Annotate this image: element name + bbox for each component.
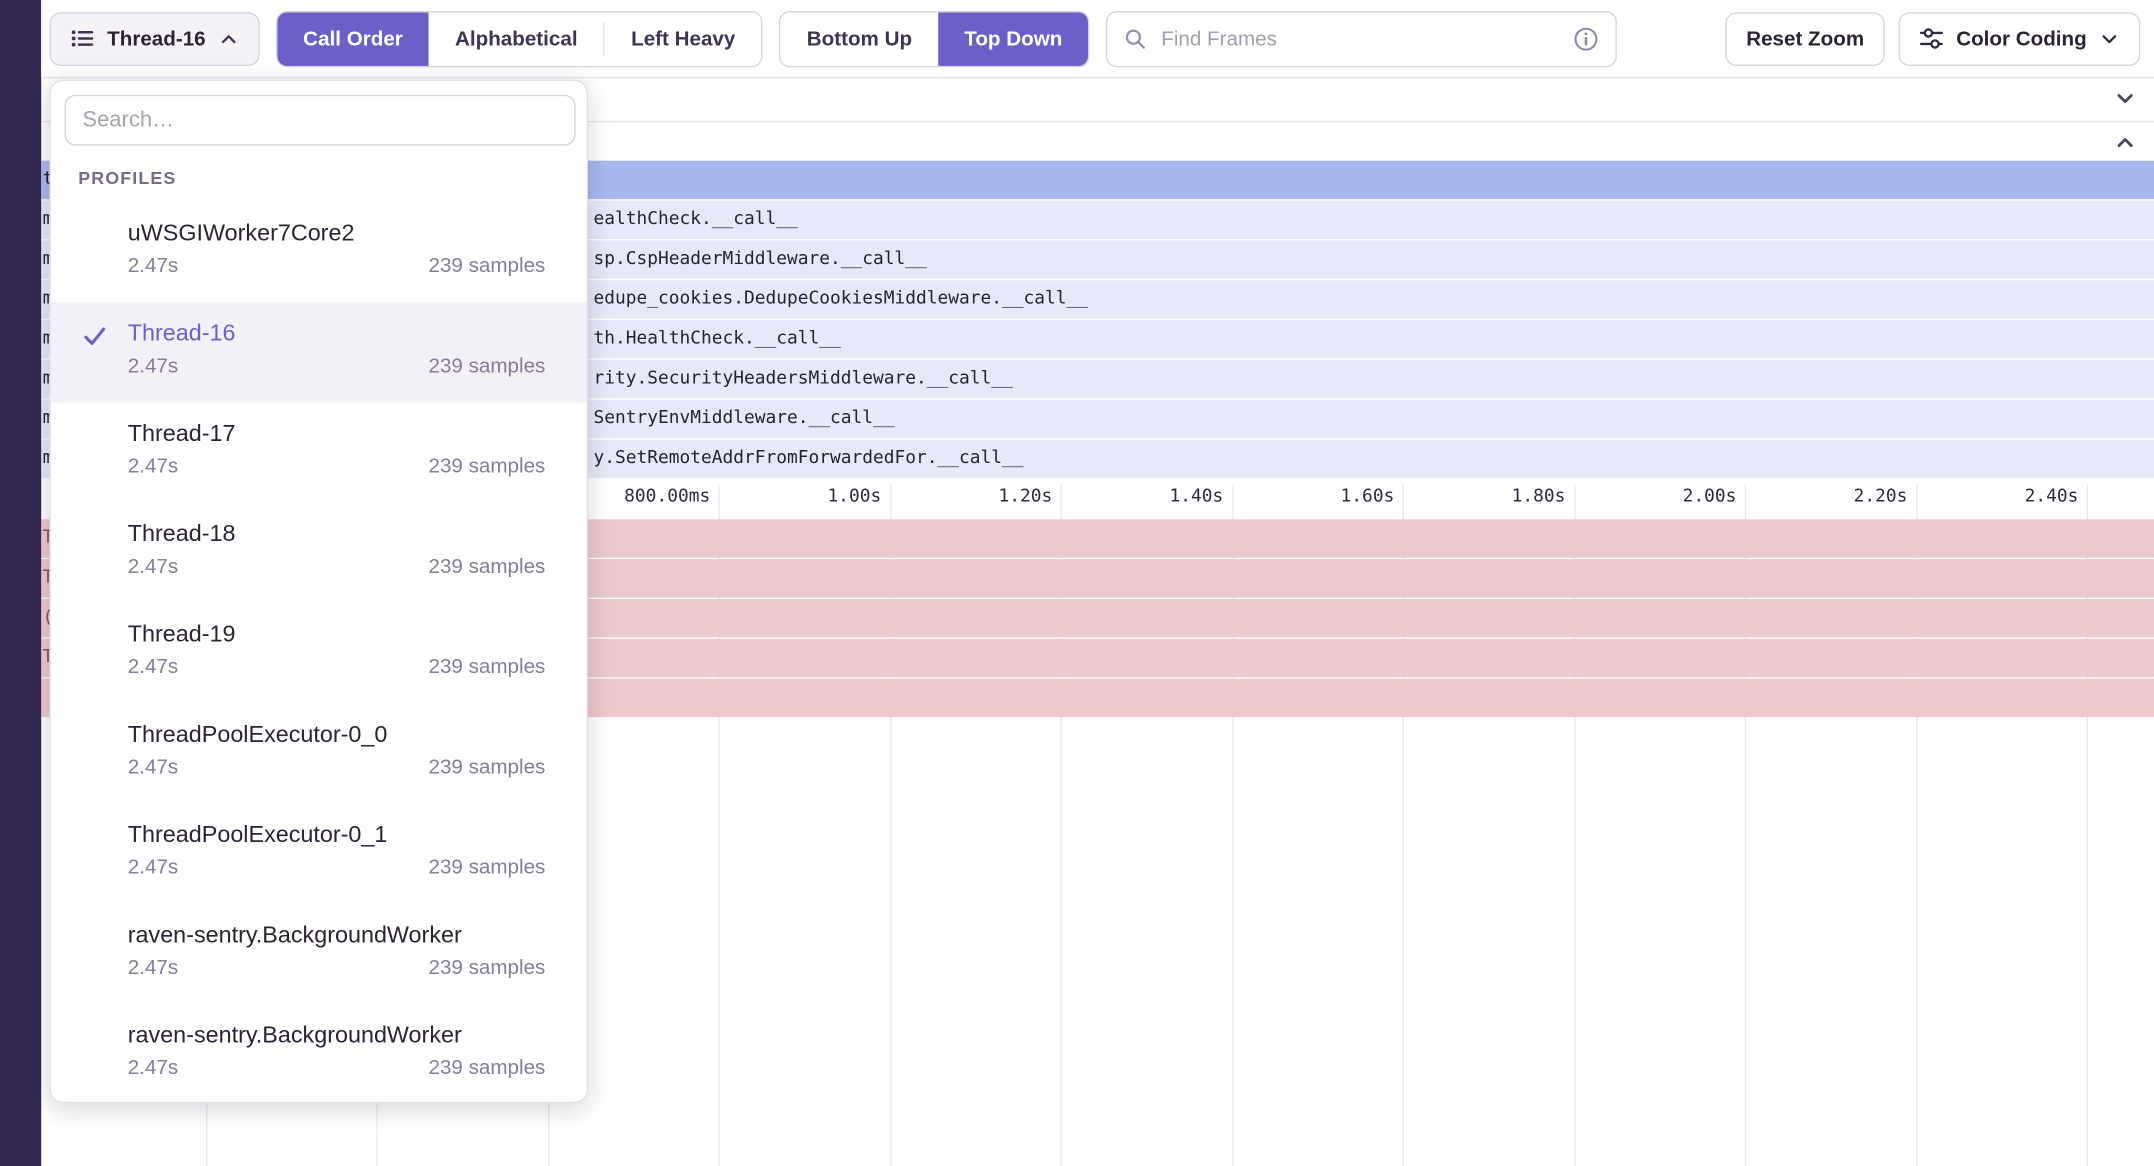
profile-item-raven-sentry-backgroundworker-1[interactable]: raven-sentry.BackgroundWorker 2.47s 239 … — [51, 904, 587, 1004]
profile-name: uWSGIWorker7Core2 — [128, 218, 546, 248]
axis-tick-label: 1.80s — [1414, 486, 1565, 507]
profile-duration: 2.47s — [128, 455, 178, 478]
sort-order-group: Call Order Alphabetical Left Heavy — [276, 10, 763, 66]
axis-tick-label: 2.40s — [1927, 486, 2078, 507]
axis-tick-label: 2.00s — [1585, 486, 1736, 507]
profile-item-raven-sentry-backgroundworker-2[interactable]: raven-sentry.BackgroundWorker 2.47s 239 … — [51, 1004, 587, 1103]
reset-zoom-button[interactable]: Reset Zoom — [1726, 12, 1885, 66]
profile-item-thread-17[interactable]: Thread-17 2.47s 239 samples — [51, 402, 587, 502]
direction-group: Bottom Up Top Down — [779, 10, 1090, 66]
sort-alphabetical-button[interactable]: Alphabetical — [429, 12, 604, 66]
thread-dropdown: PROFILES uWSGIWorker7Core2 2.47s 239 sam… — [49, 80, 587, 1103]
dropdown-search-input[interactable] — [65, 95, 576, 146]
profile-item-threadpoolexecutor-0-0[interactable]: ThreadPoolExecutor-0_0 2.47s 239 samples — [51, 703, 587, 803]
toolbar: Thread-16 Call Order Alphabetical Left H… — [41, 0, 2154, 78]
profile-name: ThreadPoolExecutor-0_1 — [128, 820, 546, 850]
profile-samples: 239 samples — [429, 655, 546, 678]
profile-name: raven-sentry.BackgroundWorker — [128, 1021, 546, 1051]
expand-flamegraph-chevron-up-icon[interactable] — [2113, 131, 2138, 156]
axis-tick-label: 1.20s — [901, 486, 1052, 507]
profiler-app: Thread-16 Call Order Alphabetical Left H… — [0, 0, 2154, 1166]
profile-duration: 2.47s — [128, 655, 178, 678]
sort-call-order-button[interactable]: Call Order — [277, 12, 429, 66]
reset-zoom-label: Reset Zoom — [1746, 27, 1864, 50]
profile-duration: 2.47s — [128, 555, 178, 578]
color-coding-button[interactable]: Color Coding — [1899, 12, 2141, 66]
profile-duration: 2.47s — [128, 956, 178, 979]
profiles-section-label: PROFILES — [78, 168, 586, 189]
profile-samples: 239 samples — [429, 254, 546, 277]
find-frames-input[interactable] — [1158, 25, 1562, 51]
profiles-list: uWSGIWorker7Core2 2.47s 239 samples Thre… — [51, 202, 587, 1103]
collapse-minimap-chevron-down-icon[interactable] — [2113, 87, 2138, 112]
profile-duration: 2.47s — [128, 856, 178, 879]
profile-samples: 239 samples — [429, 455, 546, 478]
profile-name: raven-sentry.BackgroundWorker — [128, 920, 546, 950]
sort-left-heavy-button[interactable]: Left Heavy — [605, 12, 761, 66]
profile-name: Thread-17 — [128, 419, 546, 449]
profile-samples: 239 samples — [429, 856, 546, 879]
chevron-down-icon — [2099, 28, 2120, 49]
info-icon[interactable] — [1573, 25, 1599, 51]
search-icon — [1124, 27, 1147, 50]
find-frames-search[interactable] — [1106, 10, 1617, 66]
check-icon — [81, 323, 108, 350]
profile-duration: 2.47s — [128, 354, 178, 377]
axis-tick-label: 1.00s — [730, 486, 881, 507]
profile-item-thread-18[interactable]: Thread-18 2.47s 239 samples — [51, 503, 587, 603]
sliders-icon — [1919, 26, 1944, 51]
profile-samples: 239 samples — [429, 956, 546, 979]
profile-duration: 2.47s — [128, 756, 178, 779]
direction-top-down-button[interactable]: Top Down — [938, 12, 1088, 66]
profile-samples: 239 samples — [429, 756, 546, 779]
profile-name: Thread-19 — [128, 620, 546, 650]
profile-name: Thread-16 — [128, 319, 546, 349]
left-sidebar-strip — [0, 0, 41, 1166]
profile-samples: 239 samples — [429, 1056, 546, 1079]
profile-name: Thread-18 — [128, 519, 546, 549]
profile-duration: 2.47s — [128, 1056, 178, 1079]
axis-tick-label: 1.60s — [1243, 486, 1394, 507]
chevron-up-icon — [218, 28, 239, 49]
profile-item-uwsgiworker7core2[interactable]: uWSGIWorker7Core2 2.47s 239 samples — [51, 202, 587, 302]
axis-tick-label: 2.20s — [1756, 486, 1907, 507]
profile-item-thread-19[interactable]: Thread-19 2.47s 239 samples — [51, 603, 587, 703]
profile-samples: 239 samples — [429, 354, 546, 377]
color-coding-label: Color Coding — [1956, 27, 2086, 50]
thread-list-icon — [70, 26, 95, 51]
profile-samples: 239 samples — [429, 555, 546, 578]
profile-item-thread-16[interactable]: Thread-16 2.47s 239 samples — [51, 302, 587, 402]
profile-item-threadpoolexecutor-0-1[interactable]: ThreadPoolExecutor-0_1 2.47s 239 samples — [51, 804, 587, 904]
thread-selector-label: Thread-16 — [107, 27, 206, 50]
profile-duration: 2.47s — [128, 254, 178, 277]
thread-selector-button[interactable]: Thread-16 — [49, 12, 259, 66]
profile-name: ThreadPoolExecutor-0_0 — [128, 720, 546, 750]
axis-tick-label: 1.40s — [1072, 486, 1223, 507]
direction-bottom-up-button[interactable]: Bottom Up — [781, 12, 939, 66]
